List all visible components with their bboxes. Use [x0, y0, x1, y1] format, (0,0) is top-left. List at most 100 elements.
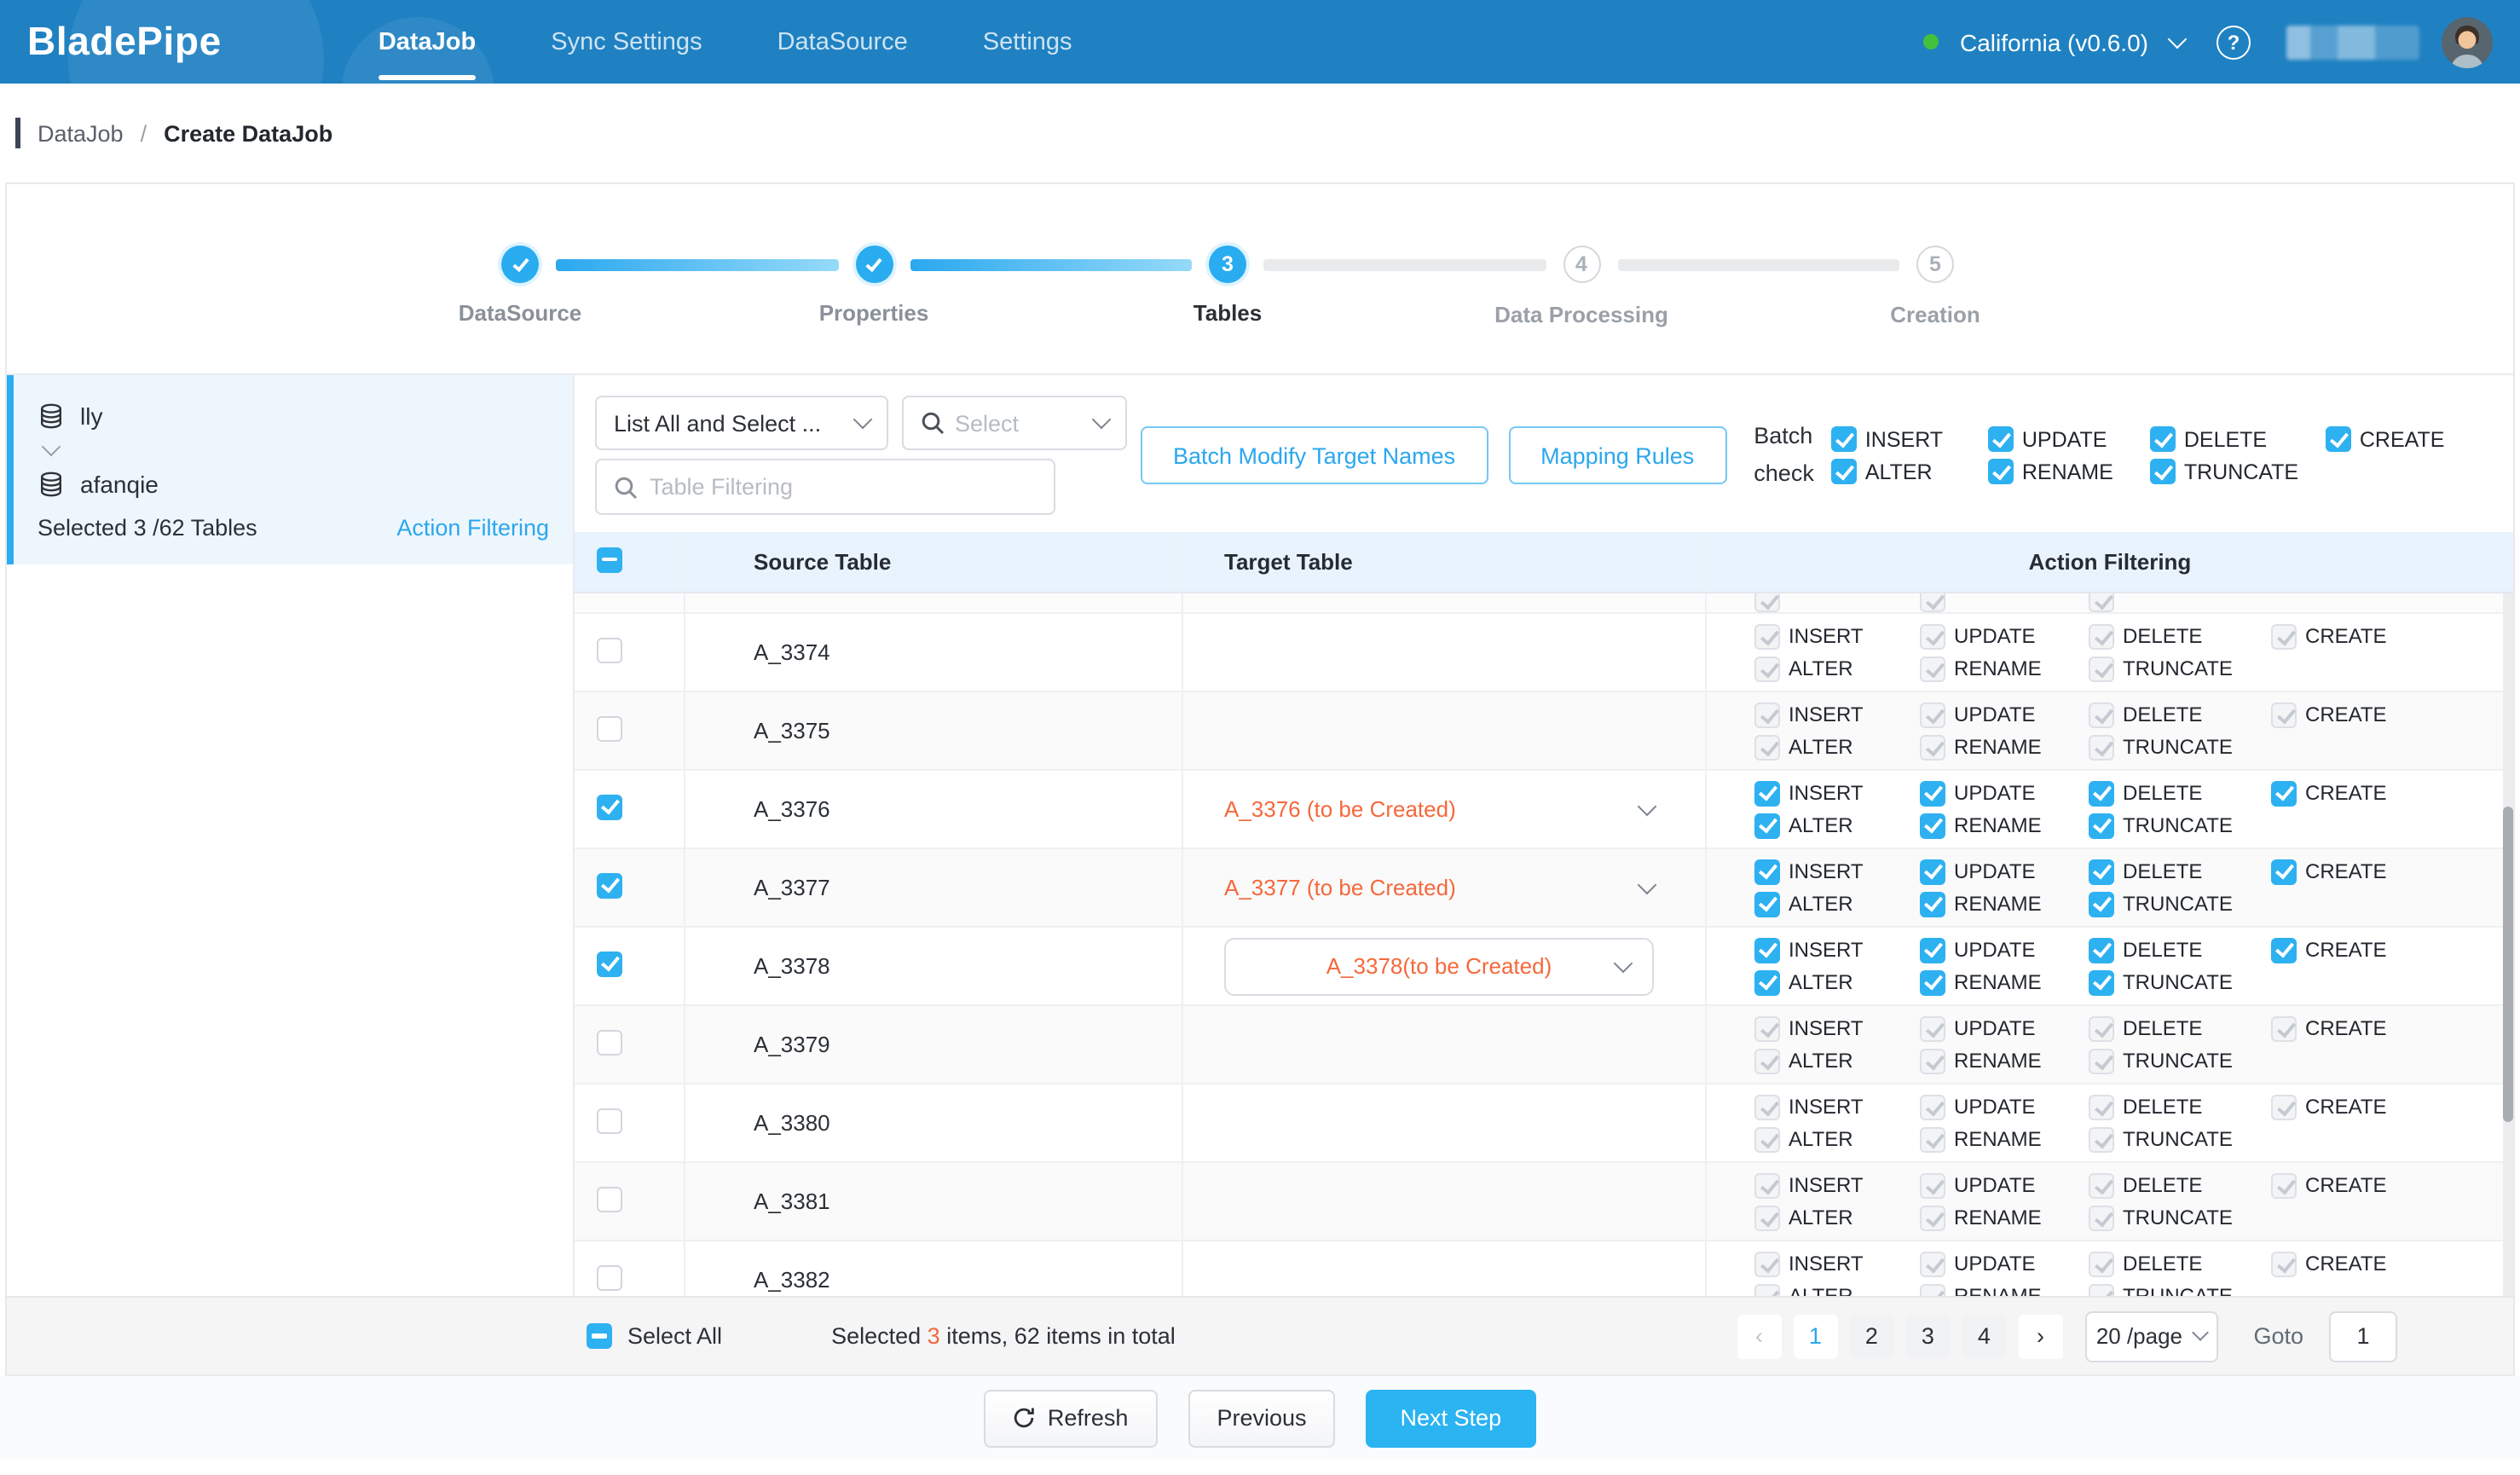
help-icon[interactable]: ?	[2217, 25, 2251, 59]
quick-select-dropdown[interactable]: Select	[902, 396, 1127, 450]
row-select-checkbox[interactable]	[597, 715, 622, 741]
delete-checkbox[interactable]	[2089, 780, 2114, 806]
goto-label: Goto	[2253, 1323, 2303, 1349]
batch-alter-checkbox[interactable]	[1831, 459, 1857, 484]
pagination-page-2[interactable]: 2	[1849, 1314, 1893, 1358]
batch-delete-checkbox[interactable]	[2150, 426, 2176, 452]
action-truncate: TRUNCATE	[2089, 656, 2271, 681]
column-header-target-table: Target Table	[1182, 532, 1705, 592]
mapping-rules-button[interactable]: Mapping Rules	[1508, 426, 1726, 484]
create-checkbox[interactable]	[2271, 780, 2297, 806]
select-all-control[interactable]: Select All	[587, 1323, 722, 1349]
chevron-down-icon[interactable]	[1638, 796, 1657, 816]
table-filter-input[interactable]	[650, 474, 1037, 500]
row-select-checkbox[interactable]	[597, 794, 622, 819]
insert-checkbox[interactable]	[1754, 937, 1780, 963]
step-datasource[interactable]: DataSource	[501, 246, 539, 283]
row-select-checkbox[interactable]	[597, 1108, 622, 1133]
alter-checkbox[interactable]	[1754, 891, 1780, 917]
batch-insert-checkbox[interactable]	[1831, 426, 1857, 452]
action-delete: DELETE	[2089, 1015, 2271, 1041]
action-alter: ALTER	[1754, 734, 1920, 760]
select-all-footer-checkbox[interactable]	[587, 1323, 612, 1349]
table-scrollbar-track[interactable]	[2503, 593, 2513, 1296]
action-rename: RENAME	[1920, 813, 2089, 838]
insert-checkbox[interactable]	[1754, 859, 1780, 884]
step-creation[interactable]: 5Creation	[1916, 246, 1954, 283]
datasource-pair-panel[interactable]: lly afanqie	[7, 375, 573, 564]
nav-item-sync-settings[interactable]: Sync Settings	[551, 21, 702, 62]
action-label: ALTER	[1789, 1284, 1853, 1296]
rename-checkbox[interactable]	[1920, 969, 1945, 995]
insert-checkbox[interactable]	[1754, 780, 1780, 806]
pagination-page-1[interactable]: 1	[1793, 1314, 1837, 1358]
truncate-checkbox[interactable]	[2089, 813, 2114, 838]
nav-item-datajob[interactable]: DataJob	[379, 21, 476, 62]
brand-logo[interactable]: BladePipe	[27, 19, 222, 65]
truncate-checkbox[interactable]	[2089, 891, 2114, 917]
update-checkbox[interactable]	[1920, 780, 1945, 806]
table-scrollbar-thumb[interactable]	[2503, 807, 2513, 1122]
delete-checkbox[interactable]	[2089, 859, 2114, 884]
batch-update-checkbox[interactable]	[1988, 426, 2014, 452]
source-table-cell	[684, 593, 1182, 612]
select-all-label: Select All	[627, 1323, 722, 1349]
action-filtering-grid: INSERTUPDATEDELETECREATEALTERRENAMETRUNC…	[1754, 859, 2387, 917]
select-all-checkbox-indeterminate[interactable]	[597, 547, 622, 572]
region-selector[interactable]: California (v0.6.0)	[1960, 28, 2148, 55]
row-select-checkbox[interactable]	[597, 1264, 622, 1290]
page-size-select[interactable]: 20 /page	[2084, 1310, 2217, 1362]
step-properties[interactable]: Properties	[855, 246, 893, 283]
update-checkbox[interactable]	[1920, 937, 1945, 963]
user-avatar[interactable]	[2442, 16, 2493, 67]
action-label: ALTER	[1789, 657, 1853, 680]
rename-checkbox[interactable]	[1920, 813, 1945, 838]
batch-modify-target-names-button[interactable]: Batch Modify Target Names	[1141, 426, 1488, 484]
pagination-page-4[interactable]: 4	[1962, 1314, 2006, 1358]
update-checkbox[interactable]	[1920, 859, 1945, 884]
alter-checkbox	[1754, 1205, 1780, 1230]
action-filtering-grid: INSERTUPDATEDELETECREATEALTERRENAMETRUNC…	[1754, 1251, 2387, 1296]
pagination-next-button[interactable]: ›	[2018, 1314, 2062, 1358]
batch-rename-checkbox[interactable]	[1988, 459, 2014, 484]
step-data-processing[interactable]: 4Data Processing	[1563, 246, 1600, 283]
previous-button[interactable]: Previous	[1188, 1389, 1335, 1447]
step-tables[interactable]: 3Tables	[1209, 246, 1246, 283]
chevron-down-icon[interactable]	[1638, 875, 1657, 894]
action-delete: DELETE	[2089, 1094, 2271, 1119]
truncate-checkbox[interactable]	[2089, 969, 2114, 995]
refresh-label: Refresh	[1048, 1405, 1129, 1431]
refresh-button[interactable]: Refresh	[985, 1389, 1158, 1447]
action-insert: INSERT	[1754, 1015, 1920, 1041]
list-mode-select[interactable]: List All and Select ...	[595, 396, 888, 450]
goto-page-input[interactable]	[2329, 1310, 2397, 1362]
row-select-checkbox[interactable]	[597, 872, 622, 898]
step-number: 5	[1929, 252, 1941, 276]
batch-truncate-checkbox[interactable]	[2150, 459, 2176, 484]
row-select-checkbox[interactable]	[597, 1029, 622, 1055]
row-checkbox-cell	[575, 637, 684, 668]
action-filtering-link[interactable]: Action Filtering	[396, 515, 549, 541]
row-select-checkbox[interactable]	[597, 951, 622, 976]
target-table-select[interactable]: A_3378(to be Created)	[1224, 937, 1654, 995]
row-select-checkbox[interactable]	[597, 1186, 622, 1212]
batch-create-checkbox[interactable]	[2326, 426, 2351, 452]
pagination-page-3[interactable]: 3	[1905, 1314, 1950, 1358]
nav-item-datasource[interactable]: DataSource	[777, 21, 908, 62]
rename-checkbox[interactable]	[1920, 891, 1945, 917]
breadcrumb-parent[interactable]: DataJob	[38, 120, 124, 146]
create-checkbox[interactable]	[2271, 859, 2297, 884]
target-database-name: afanqie	[80, 471, 159, 498]
nav-item-settings[interactable]: Settings	[983, 21, 1072, 62]
row-select-checkbox[interactable]	[597, 637, 622, 662]
pagination-prev-button[interactable]: ‹	[1737, 1314, 1781, 1358]
alter-checkbox[interactable]	[1754, 969, 1780, 995]
delete-checkbox[interactable]	[2089, 937, 2114, 963]
table-filter-field[interactable]	[595, 459, 1055, 515]
action-alter: ALTER	[1754, 969, 1920, 995]
create-checkbox[interactable]	[2271, 937, 2297, 963]
alter-checkbox[interactable]	[1754, 813, 1780, 838]
action-truncate: TRUNCATE	[2089, 813, 2271, 838]
chevron-down-icon[interactable]	[2168, 29, 2188, 49]
next-step-button[interactable]: Next Step	[1367, 1389, 1536, 1447]
